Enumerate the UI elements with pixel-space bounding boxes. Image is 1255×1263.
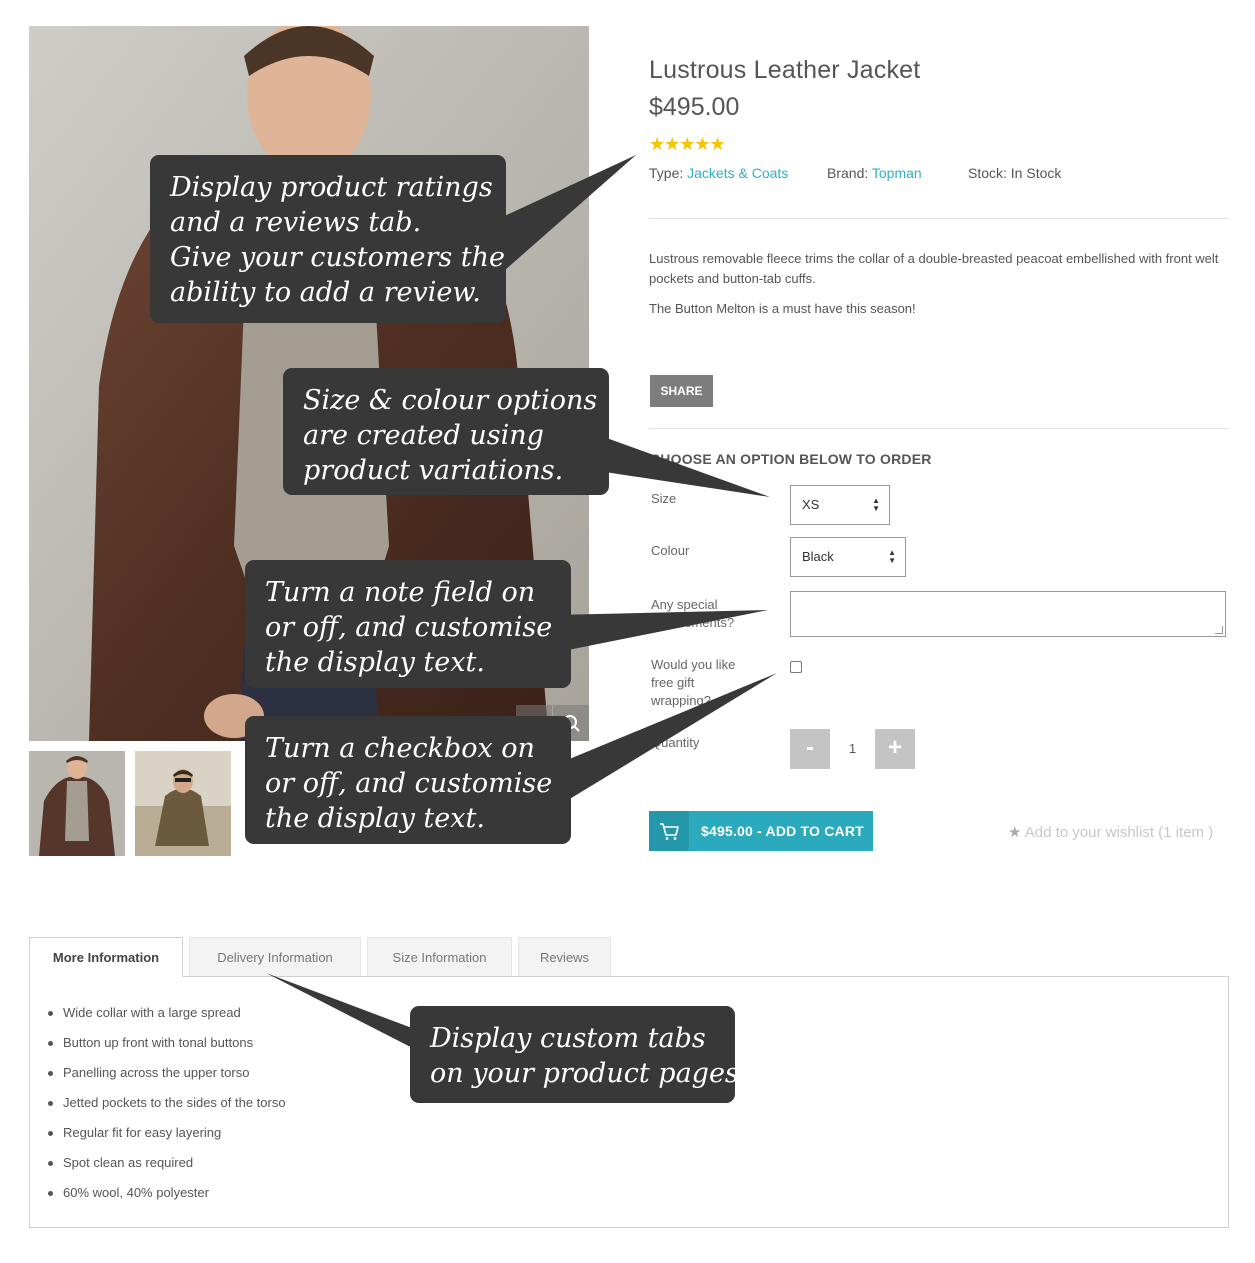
product-type: Type: Jackets & Coats <box>649 165 788 181</box>
size-label: Size <box>651 491 677 506</box>
list-item: 60% wool, 40% polyester <box>48 1183 286 1213</box>
more-info-list: Wide collar with a large spread Button u… <box>48 1003 286 1213</box>
rating-stars[interactable]: ★★★★★ <box>649 134 726 155</box>
tab-reviews[interactable]: Reviews <box>518 937 611 977</box>
divider <box>649 428 1229 429</box>
note-textarea[interactable] <box>790 591 1226 637</box>
list-item: Button up front with tonal buttons <box>48 1033 286 1063</box>
colour-select-value: Black <box>802 549 834 564</box>
thumbnail-2[interactable] <box>135 751 231 856</box>
tab-size-information[interactable]: Size Information <box>367 937 512 977</box>
thumbnail-1[interactable] <box>29 751 125 856</box>
note-label: Any special requirements? <box>651 597 735 630</box>
add-to-cart-label: $495.00 - ADD TO CART <box>701 823 864 839</box>
colour-label: Colour <box>651 543 690 558</box>
size-select-value: XS <box>802 497 820 512</box>
star-icon: ★ <box>1008 824 1022 841</box>
product-title: Lustrous Leather Jacket <box>649 56 921 84</box>
list-item: Regular fit for easy layering <box>48 1123 286 1153</box>
product-description-tagline: The Button Melton is a must have this se… <box>649 301 916 316</box>
quantity-label: Quantity <box>651 735 700 750</box>
product-price: $495.00 <box>649 93 740 121</box>
tab-more-information[interactable]: More Information <box>29 937 183 977</box>
wishlist-link[interactable]: ★ Add to your wishlist (1 item ) <box>1008 823 1213 841</box>
add-to-cart-button[interactable]: $495.00 - ADD TO CART <box>649 811 873 851</box>
gift-wrap-checkbox[interactable] <box>790 661 802 673</box>
type-link[interactable]: Jackets & Coats <box>687 165 788 181</box>
callout-variations: Size & colour options are created using … <box>283 368 609 495</box>
quantity-input[interactable]: 1 <box>830 729 875 769</box>
gift-wrap-label: Would you like free gift wrapping? <box>651 657 736 708</box>
quantity-increase-button[interactable]: + <box>875 729 915 769</box>
wishlist-text: Add to your wishlist (1 item ) <box>1024 824 1214 841</box>
colour-select[interactable]: Black ▲ ▼ <box>790 537 906 577</box>
type-label: Type: <box>649 165 684 181</box>
options-heading: CHOOSE AN OPTION BELOW TO ORDER <box>650 451 932 467</box>
resize-handle-icon[interactable] <box>1215 626 1223 634</box>
select-arrows-icon: ▲ ▼ <box>872 496 880 513</box>
divider <box>649 218 1229 219</box>
callout-note-field: Turn a note field on or off, and customi… <box>245 560 571 688</box>
share-button[interactable]: SHARE <box>650 375 713 407</box>
tab-delivery-information[interactable]: Delivery Information <box>189 937 361 977</box>
select-arrows-icon: ▲ ▼ <box>888 548 896 565</box>
product-description: Lustrous removable fleece trims the coll… <box>649 251 1219 286</box>
product-stock: Stock: In Stock <box>968 165 1062 181</box>
list-item: Wide collar with a large spread <box>48 1003 286 1033</box>
size-select[interactable]: XS ▲ ▼ <box>790 485 890 525</box>
callout-tabs: Display custom tabs on your product page… <box>410 1006 739 1103</box>
callout-ratings: Display product ratings and a reviews ta… <box>150 155 506 323</box>
quantity-decrease-button[interactable]: - <box>790 729 830 769</box>
brand-label: Brand: <box>827 165 869 181</box>
brand-link[interactable]: Topman <box>872 165 922 181</box>
list-item: Panelling across the upper torso <box>48 1063 286 1093</box>
callout-checkbox: Turn a checkbox on or off, and customise… <box>245 716 571 844</box>
cart-icon <box>649 811 689 851</box>
list-item: Jetted pockets to the sides of the torso <box>48 1093 286 1123</box>
list-item: Spot clean as required <box>48 1153 286 1183</box>
product-brand: Brand: Topman <box>827 165 922 181</box>
